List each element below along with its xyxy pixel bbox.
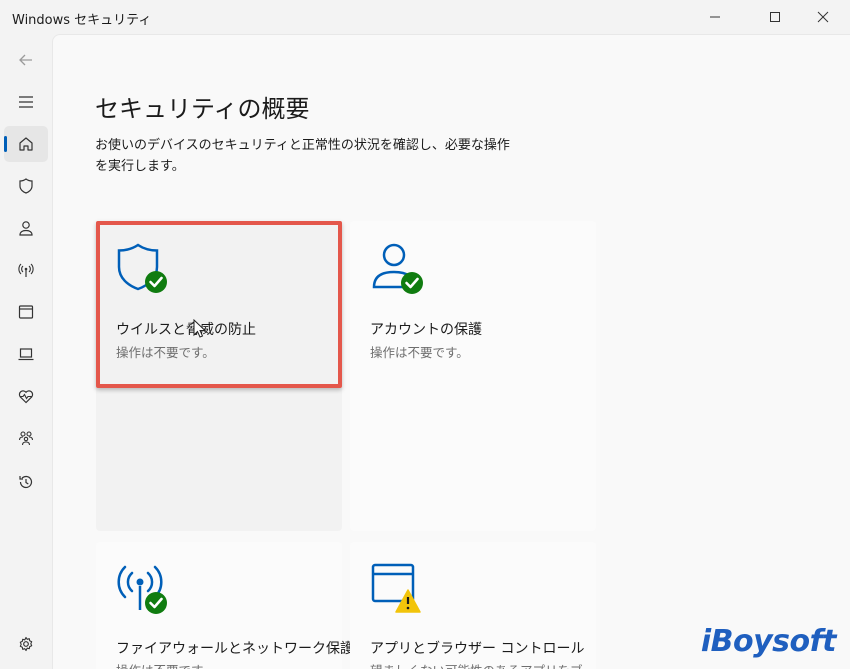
antenna-check-icon: [117, 565, 167, 614]
tile-title: ファイアウォールとネットワーク保護: [116, 641, 354, 657]
close-icon: [817, 11, 829, 23]
window-title: Windows セキュリティ: [12, 13, 152, 28]
app-window-icon: [18, 305, 34, 319]
app-window-warning-icon: [371, 563, 421, 613]
minimize-button[interactable]: [692, 0, 738, 34]
history-icon: [19, 475, 33, 489]
back-button[interactable]: [4, 42, 48, 78]
home-icon: [19, 137, 33, 151]
page-description: お使いのデバイスのセキュリティと正常性の状況を確認し、必要な操作を実行します。: [95, 138, 510, 174]
sidebar-item-device-health[interactable]: [4, 378, 48, 414]
tile-account-protection[interactable]: アカウントの保護 操作は不要です。: [350, 221, 596, 531]
maximize-icon: [770, 12, 780, 22]
tile-status: 操作は不要です。: [116, 660, 215, 669]
sidebar-item-virus-protection[interactable]: [4, 168, 48, 204]
family-icon: [18, 431, 34, 446]
sidebar: [0, 34, 52, 669]
person-check-icon: [372, 243, 423, 294]
mouse-cursor-icon: [193, 319, 207, 338]
shield-icon: [19, 178, 33, 194]
sidebar-item-device-security[interactable]: [4, 336, 48, 372]
person-icon: [19, 221, 33, 236]
sidebar-item-family[interactable]: [4, 420, 48, 456]
tile-title: アカウントの保護: [370, 322, 482, 338]
wireless-antenna-icon: [18, 263, 34, 277]
tile-app-browser[interactable]: アプリとブラウザー コントロール 望ましくない可能性のあるアプリをブ: [350, 542, 596, 669]
sidebar-item-home[interactable]: [4, 126, 48, 162]
page-title: セキュリティの概要: [95, 95, 310, 123]
minimize-icon: [710, 16, 720, 18]
tile-status: 操作は不要です。: [370, 345, 469, 360]
maximize-button[interactable]: [752, 0, 798, 34]
tile-status: 望ましくない可能性のあるアプリをブ: [370, 660, 583, 669]
active-indicator: [4, 136, 7, 152]
highlight-annotation-box: [96, 221, 342, 388]
sidebar-item-settings[interactable]: [4, 626, 48, 662]
sidebar-item-history[interactable]: [4, 464, 48, 500]
sidebar-item-app-browser[interactable]: [4, 294, 48, 330]
watermark-logo: iBoysoft: [700, 624, 837, 659]
gear-icon: [19, 636, 33, 652]
tile-title: アプリとブラウザー コントロール: [370, 641, 585, 657]
sidebar-item-firewall[interactable]: [4, 252, 48, 288]
menu-button[interactable]: [4, 84, 48, 120]
close-button[interactable]: [800, 0, 846, 34]
tile-firewall[interactable]: ファイアウォールとネットワーク保護 操作は不要です。: [96, 542, 354, 669]
back-arrow-icon: [19, 54, 32, 66]
hamburger-menu-icon: [19, 96, 33, 108]
heart-pulse-icon: [18, 390, 34, 404]
sidebar-item-account-protection[interactable]: [4, 210, 48, 246]
title-bar: Windows セキュリティ: [0, 0, 850, 34]
laptop-icon: [18, 348, 34, 361]
